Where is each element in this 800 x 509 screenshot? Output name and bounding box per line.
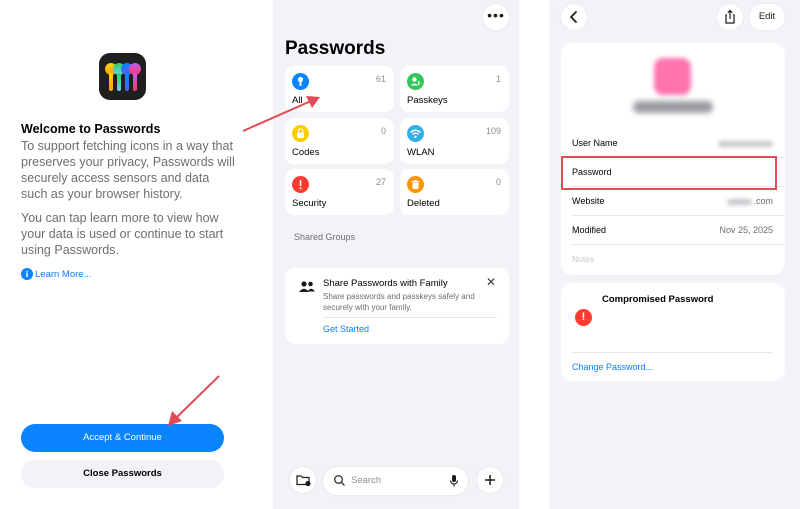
microphone-icon[interactable] (449, 474, 459, 493)
website-value: .com (727, 196, 773, 206)
modified-value: Nov 25, 2025 (719, 225, 773, 235)
site-icon (654, 58, 691, 95)
search-field[interactable]: Search (323, 467, 468, 495)
modified-label: Modified (572, 225, 607, 235)
close-passwords-button[interactable]: Close Passwords (21, 460, 224, 488)
category-label: Passkeys (407, 95, 448, 106)
divider (323, 317, 497, 318)
privacy-description: To support fetching icons in a way that … (21, 139, 235, 201)
ellipsis-icon: ••• (487, 7, 505, 23)
category-count: 0 (380, 126, 386, 136)
category-count: 1 (495, 74, 501, 84)
learn-more-description: You can tap learn more to view how your … (21, 211, 224, 257)
page-title: Passwords (285, 38, 386, 59)
category-label: All (292, 95, 303, 106)
notes-placeholder[interactable]: Notes (572, 254, 594, 264)
learn-more-link[interactable]: i Learn More... (21, 268, 92, 280)
add-password-button[interactable] (477, 467, 503, 493)
chevron-left-icon (561, 11, 587, 34)
new-group-button[interactable] (290, 467, 316, 493)
category-tile-codes[interactable]: 0 Codes (285, 118, 394, 164)
share-icon (717, 9, 743, 34)
username-label: User Name (572, 138, 618, 148)
passwords-app-icon (99, 53, 146, 100)
learn-more-label: Learn More... (35, 268, 92, 280)
category-count: 27 (375, 177, 386, 187)
username-row[interactable]: User Name (561, 129, 785, 158)
category-tile-deleted[interactable]: 0 Deleted (400, 169, 509, 215)
category-label: WLAN (407, 147, 435, 158)
category-tile-all[interactable]: 61 All (285, 66, 394, 112)
family-card-title: Share Passwords with Family (323, 278, 448, 289)
site-name-redacted (633, 101, 713, 113)
info-icon: i (21, 268, 33, 280)
exclamation-icon: ! (575, 309, 592, 326)
password-row-highlight (561, 156, 777, 190)
website-suffix: .com (753, 196, 773, 206)
back-button[interactable] (561, 4, 587, 30)
search-placeholder: Search (351, 475, 382, 486)
category-tile-security[interactable]: 27 Security (285, 169, 394, 215)
divider (572, 244, 785, 245)
website-row[interactable]: Website .com (561, 187, 785, 216)
plus-icon (477, 475, 503, 497)
compromised-password-card: Compromised Password ! Change Password..… (561, 283, 785, 381)
share-family-card: Share Passwords with Family Share passwo… (285, 268, 509, 344)
search-icon (333, 474, 346, 492)
share-button[interactable] (717, 4, 743, 30)
category-tile-wlan[interactable]: 109 WLAN (400, 118, 509, 164)
website-label: Website (572, 196, 605, 206)
lock-code-icon (292, 125, 309, 142)
category-label: Deleted (407, 198, 440, 209)
people-icon (298, 280, 316, 294)
wifi-icon (407, 125, 424, 142)
category-count: 61 (375, 74, 386, 84)
welcome-title: Welcome to Passwords (21, 122, 161, 136)
exclamation-icon (292, 176, 309, 193)
shared-groups-header: Shared Groups (294, 232, 356, 242)
folder-add-icon (290, 475, 316, 497)
close-icon[interactable]: ✕ (486, 275, 496, 289)
bottom-toolbar: Search (273, 462, 519, 509)
password-detail-panel: Edit User Name Password Website .com Mod… (549, 0, 800, 509)
category-label: Codes (292, 147, 320, 158)
family-card-description: Share passwords and passkeys safely and … (323, 292, 475, 312)
category-count: 109 (485, 126, 501, 136)
trash-icon (407, 176, 424, 193)
edit-button[interactable]: Edit (749, 4, 785, 30)
accept-continue-button[interactable]: Accept & Continue (21, 424, 224, 452)
modified-row: Modified Nov 25, 2025 (561, 216, 785, 245)
key-icon (292, 73, 309, 90)
person-key-icon (407, 73, 424, 90)
username-value-redacted (718, 141, 773, 147)
compromised-title: Compromised Password (602, 294, 714, 305)
more-options-button[interactable]: ••• (483, 4, 509, 30)
category-tile-passkeys[interactable]: 1 Passkeys (400, 66, 509, 112)
change-password-link[interactable]: Change Password... (572, 362, 653, 372)
category-label: Security (292, 198, 327, 209)
category-count: 0 (495, 177, 501, 187)
passwords-home-panel: ••• Passwords 61 All 1 Passkeys 0 Codes … (273, 0, 519, 509)
divider (572, 352, 773, 353)
get-started-link[interactable]: Get Started (323, 324, 369, 334)
welcome-panel: Welcome to Passwords To support fetching… (0, 0, 246, 509)
website-domain-redacted (727, 198, 753, 205)
